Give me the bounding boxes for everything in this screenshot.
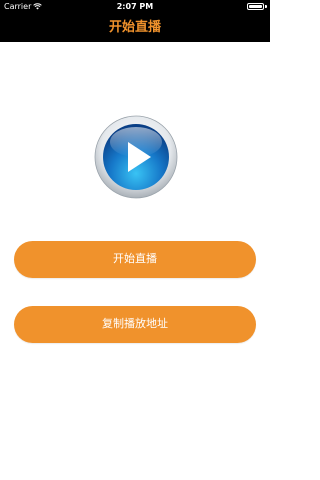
status-time: 2:07 PM — [116, 2, 154, 11]
battery-tip — [265, 5, 267, 8]
status-bar: Carrier 2:07 PM — [0, 0, 270, 13]
page-title: 开始直播 — [108, 20, 161, 35]
top-bar: Carrier 2:07 PM 开始直播 — [0, 0, 270, 42]
battery-icon — [247, 3, 264, 10]
play-icon — [94, 115, 178, 199]
start-live-button[interactable]: 开始直播 — [14, 241, 256, 278]
copy-play-url-button[interactable]: 复制播放地址 — [14, 306, 256, 343]
